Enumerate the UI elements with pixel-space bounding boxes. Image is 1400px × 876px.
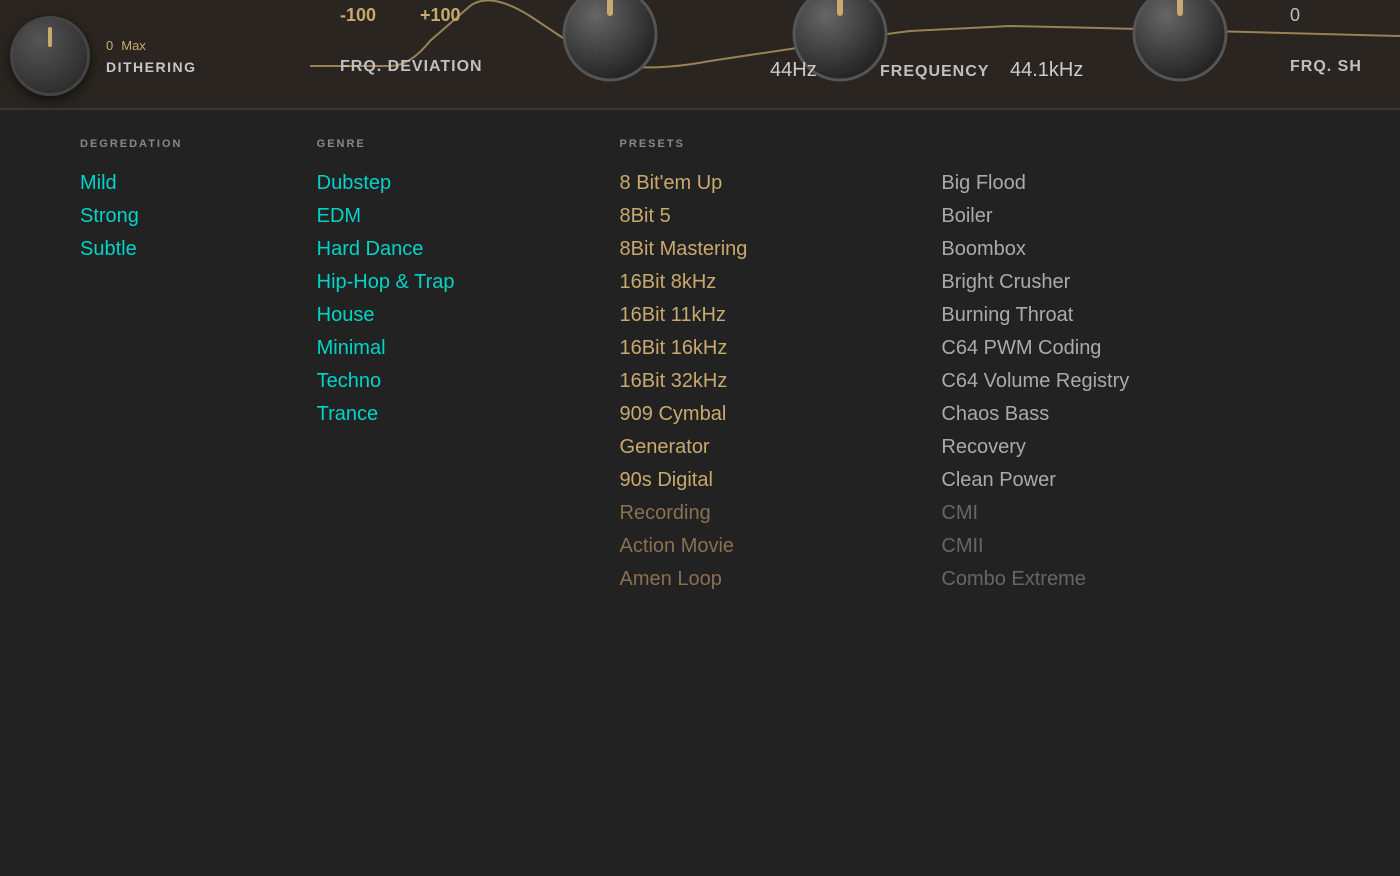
preset-item-generator[interactable]: Generator	[620, 436, 942, 459]
preset-item-burning-throat[interactable]: Burning Throat	[941, 304, 1320, 327]
preset-item-recording[interactable]: Recording	[620, 502, 942, 525]
preset-item-combo-extreme[interactable]: Combo Extreme	[941, 568, 1320, 591]
preset-item-8bit-5[interactable]: 8Bit 5	[620, 205, 942, 228]
dithering-section: 0 Max DITHERING	[0, 16, 310, 96]
dithering-range: 0 Max	[106, 38, 197, 53]
preset-item-bright-crusher[interactable]: Bright Crusher	[941, 271, 1320, 294]
svg-text:44.1kHz: 44.1kHz	[1010, 59, 1083, 81]
preset-item-clean-power[interactable]: Clean Power	[941, 469, 1320, 492]
presets-header-1: PRESETS	[620, 138, 942, 150]
genre-item-edm[interactable]: EDM	[317, 205, 620, 228]
degradation-item-mild[interactable]: Mild	[80, 172, 317, 195]
preset-item-16bit-8khz[interactable]: 16Bit 8kHz	[620, 271, 942, 294]
genre-item-techno[interactable]: Techno	[317, 370, 620, 393]
preset-item-909-cymbal[interactable]: 909 Cymbal	[620, 403, 942, 426]
frequency-curve: -100 +100 FRQ. DEVIATION 44Hz FREQUENCY …	[310, 0, 1400, 96]
degradation-list: Mild Strong Subtle	[80, 172, 317, 271]
svg-text:FREQUENCY: FREQUENCY	[880, 63, 989, 80]
preset-item-16bit-32khz[interactable]: 16Bit 32kHz	[620, 370, 942, 393]
dithering-min: 0	[106, 38, 113, 53]
genre-header: GENRE	[317, 138, 620, 150]
preset-item-recovery[interactable]: Recovery	[941, 436, 1320, 459]
degradation-column: DEGREDATION Mild Strong Subtle	[80, 138, 317, 848]
presets1-list: 8 Bit'em Up 8Bit 5 8Bit Mastering 16Bit 8kH…	[620, 172, 942, 601]
preset-item-c64-volume-registry[interactable]: C64 Volume Registry	[941, 370, 1320, 393]
svg-text:44Hz: 44Hz	[770, 59, 817, 81]
genre-column: GENRE Dubstep EDM Hard Dance Hip-Hop & Trap…	[317, 138, 620, 848]
presets-column-2: PRESETS Big FloodBoilerBoomboxBright Cru…	[941, 138, 1320, 848]
preset-item-action-movie[interactable]: Action Movie	[620, 535, 942, 558]
preset-item-cmi[interactable]: CMI	[941, 502, 1320, 525]
preset-item-big-flood[interactable]: Big Flood	[941, 172, 1320, 195]
preset-item-16bit-16khz[interactable]: 16Bit 16kHz	[620, 337, 942, 360]
preset-item-c64-pwm-coding[interactable]: C64 PWM Coding	[941, 337, 1320, 360]
svg-text:0: 0	[1290, 5, 1300, 25]
dithering-label: DITHERING	[106, 59, 197, 75]
degradation-header: DEGREDATION	[80, 138, 317, 150]
preset-item-8bitem-up[interactable]: 8 Bit'em Up	[620, 172, 942, 195]
genre-item-trance[interactable]: Trance	[317, 403, 620, 426]
preset-item-chaos-bass[interactable]: Chaos Bass	[941, 403, 1320, 426]
svg-text:-100: -100	[340, 5, 376, 25]
genre-item-dubstep[interactable]: Dubstep	[317, 172, 620, 195]
preset-item-90s-digital[interactable]: 90s Digital	[620, 469, 942, 492]
preset-item-16bit-11khz[interactable]: 16Bit 11kHz	[620, 304, 942, 327]
svg-text:FRQ. DEVIATION: FRQ. DEVIATION	[340, 58, 483, 75]
genre-item-hip-hop-trap[interactable]: Hip-Hop & Trap	[317, 271, 620, 294]
genre-list: Dubstep EDM Hard Dance Hip-Hop & Trap House M…	[317, 172, 620, 436]
genre-item-hard-dance[interactable]: Hard Dance	[317, 238, 620, 261]
degradation-item-subtle[interactable]: Subtle	[80, 238, 317, 261]
header-bar: 0 Max DITHERING -100 +100 FRQ. DEVIATION	[0, 0, 1400, 110]
dithering-knob[interactable]	[10, 16, 90, 96]
presets2-list: Big Flood Boiler Boombox Bright Crusher Burn…	[941, 172, 1320, 601]
genre-item-house[interactable]: House	[317, 304, 620, 327]
degradation-item-strong[interactable]: Strong	[80, 205, 317, 228]
preset-item-cmii[interactable]: CMII	[941, 535, 1320, 558]
preset-item-boombox[interactable]: Boombox	[941, 238, 1320, 261]
svg-text:+100: +100	[420, 5, 461, 25]
svg-text:FRQ. SH: FRQ. SH	[1290, 58, 1362, 75]
genre-item-minimal[interactable]: Minimal	[317, 337, 620, 360]
dithering-max: Max	[121, 38, 146, 53]
main-content: DEGREDATION Mild Strong Subtle GENRE Dubst…	[0, 110, 1400, 876]
preset-item-boiler[interactable]: Boiler	[941, 205, 1320, 228]
preset-item-8bit-mastering[interactable]: 8Bit Mastering	[620, 238, 942, 261]
presets-column-1: PRESETS 8 Bit'em Up 8Bit 5 8Bit Mastering 1…	[620, 138, 942, 848]
preset-item-amen-loop[interactable]: Amen Loop	[620, 568, 942, 591]
